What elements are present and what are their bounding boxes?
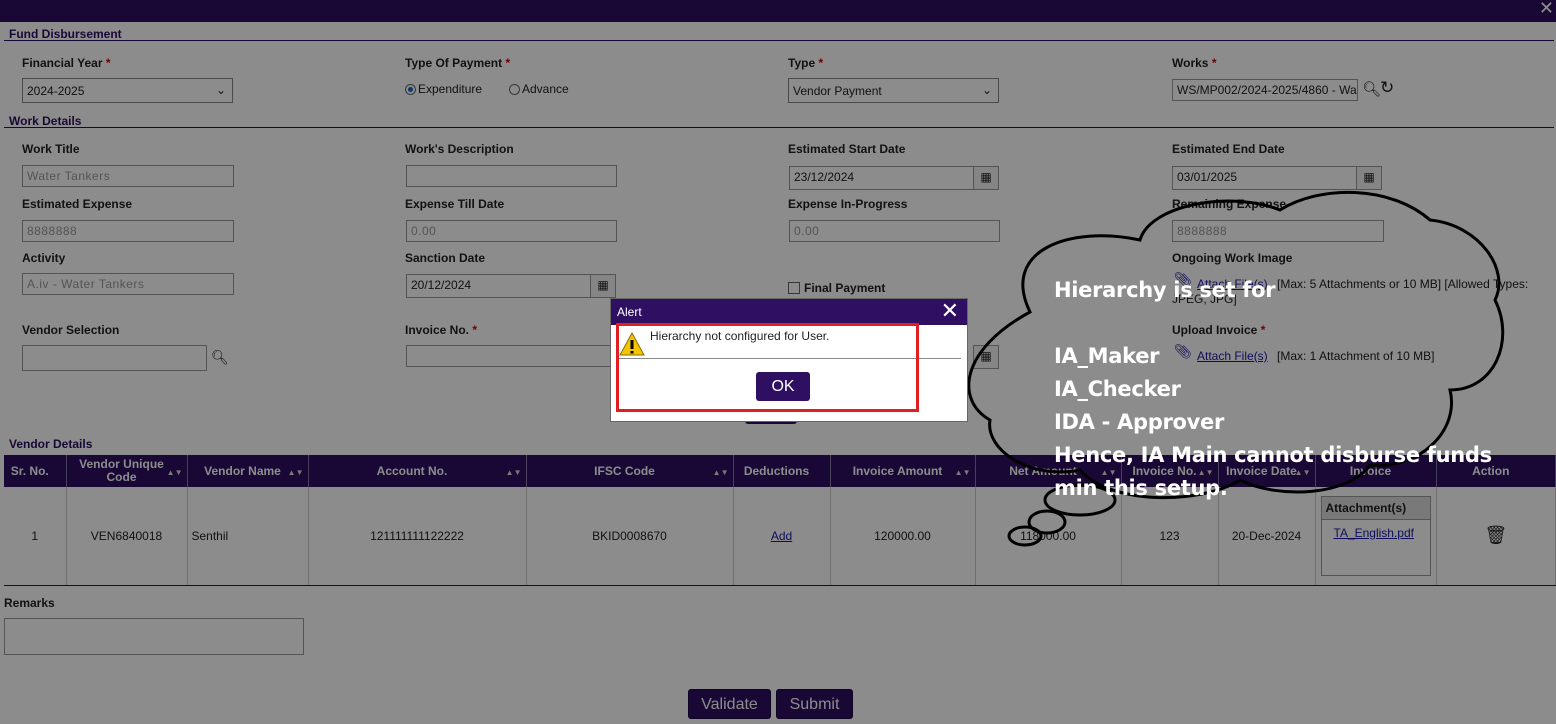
highlight-box (616, 323, 919, 412)
dialog-header: Alert ✕ (611, 299, 967, 325)
dialog-title: Alert (617, 305, 642, 319)
annotation-text: Hierarchy is set for IA_Maker IA_Checker… (1054, 278, 1492, 500)
close-icon[interactable]: ✕ (941, 300, 959, 322)
